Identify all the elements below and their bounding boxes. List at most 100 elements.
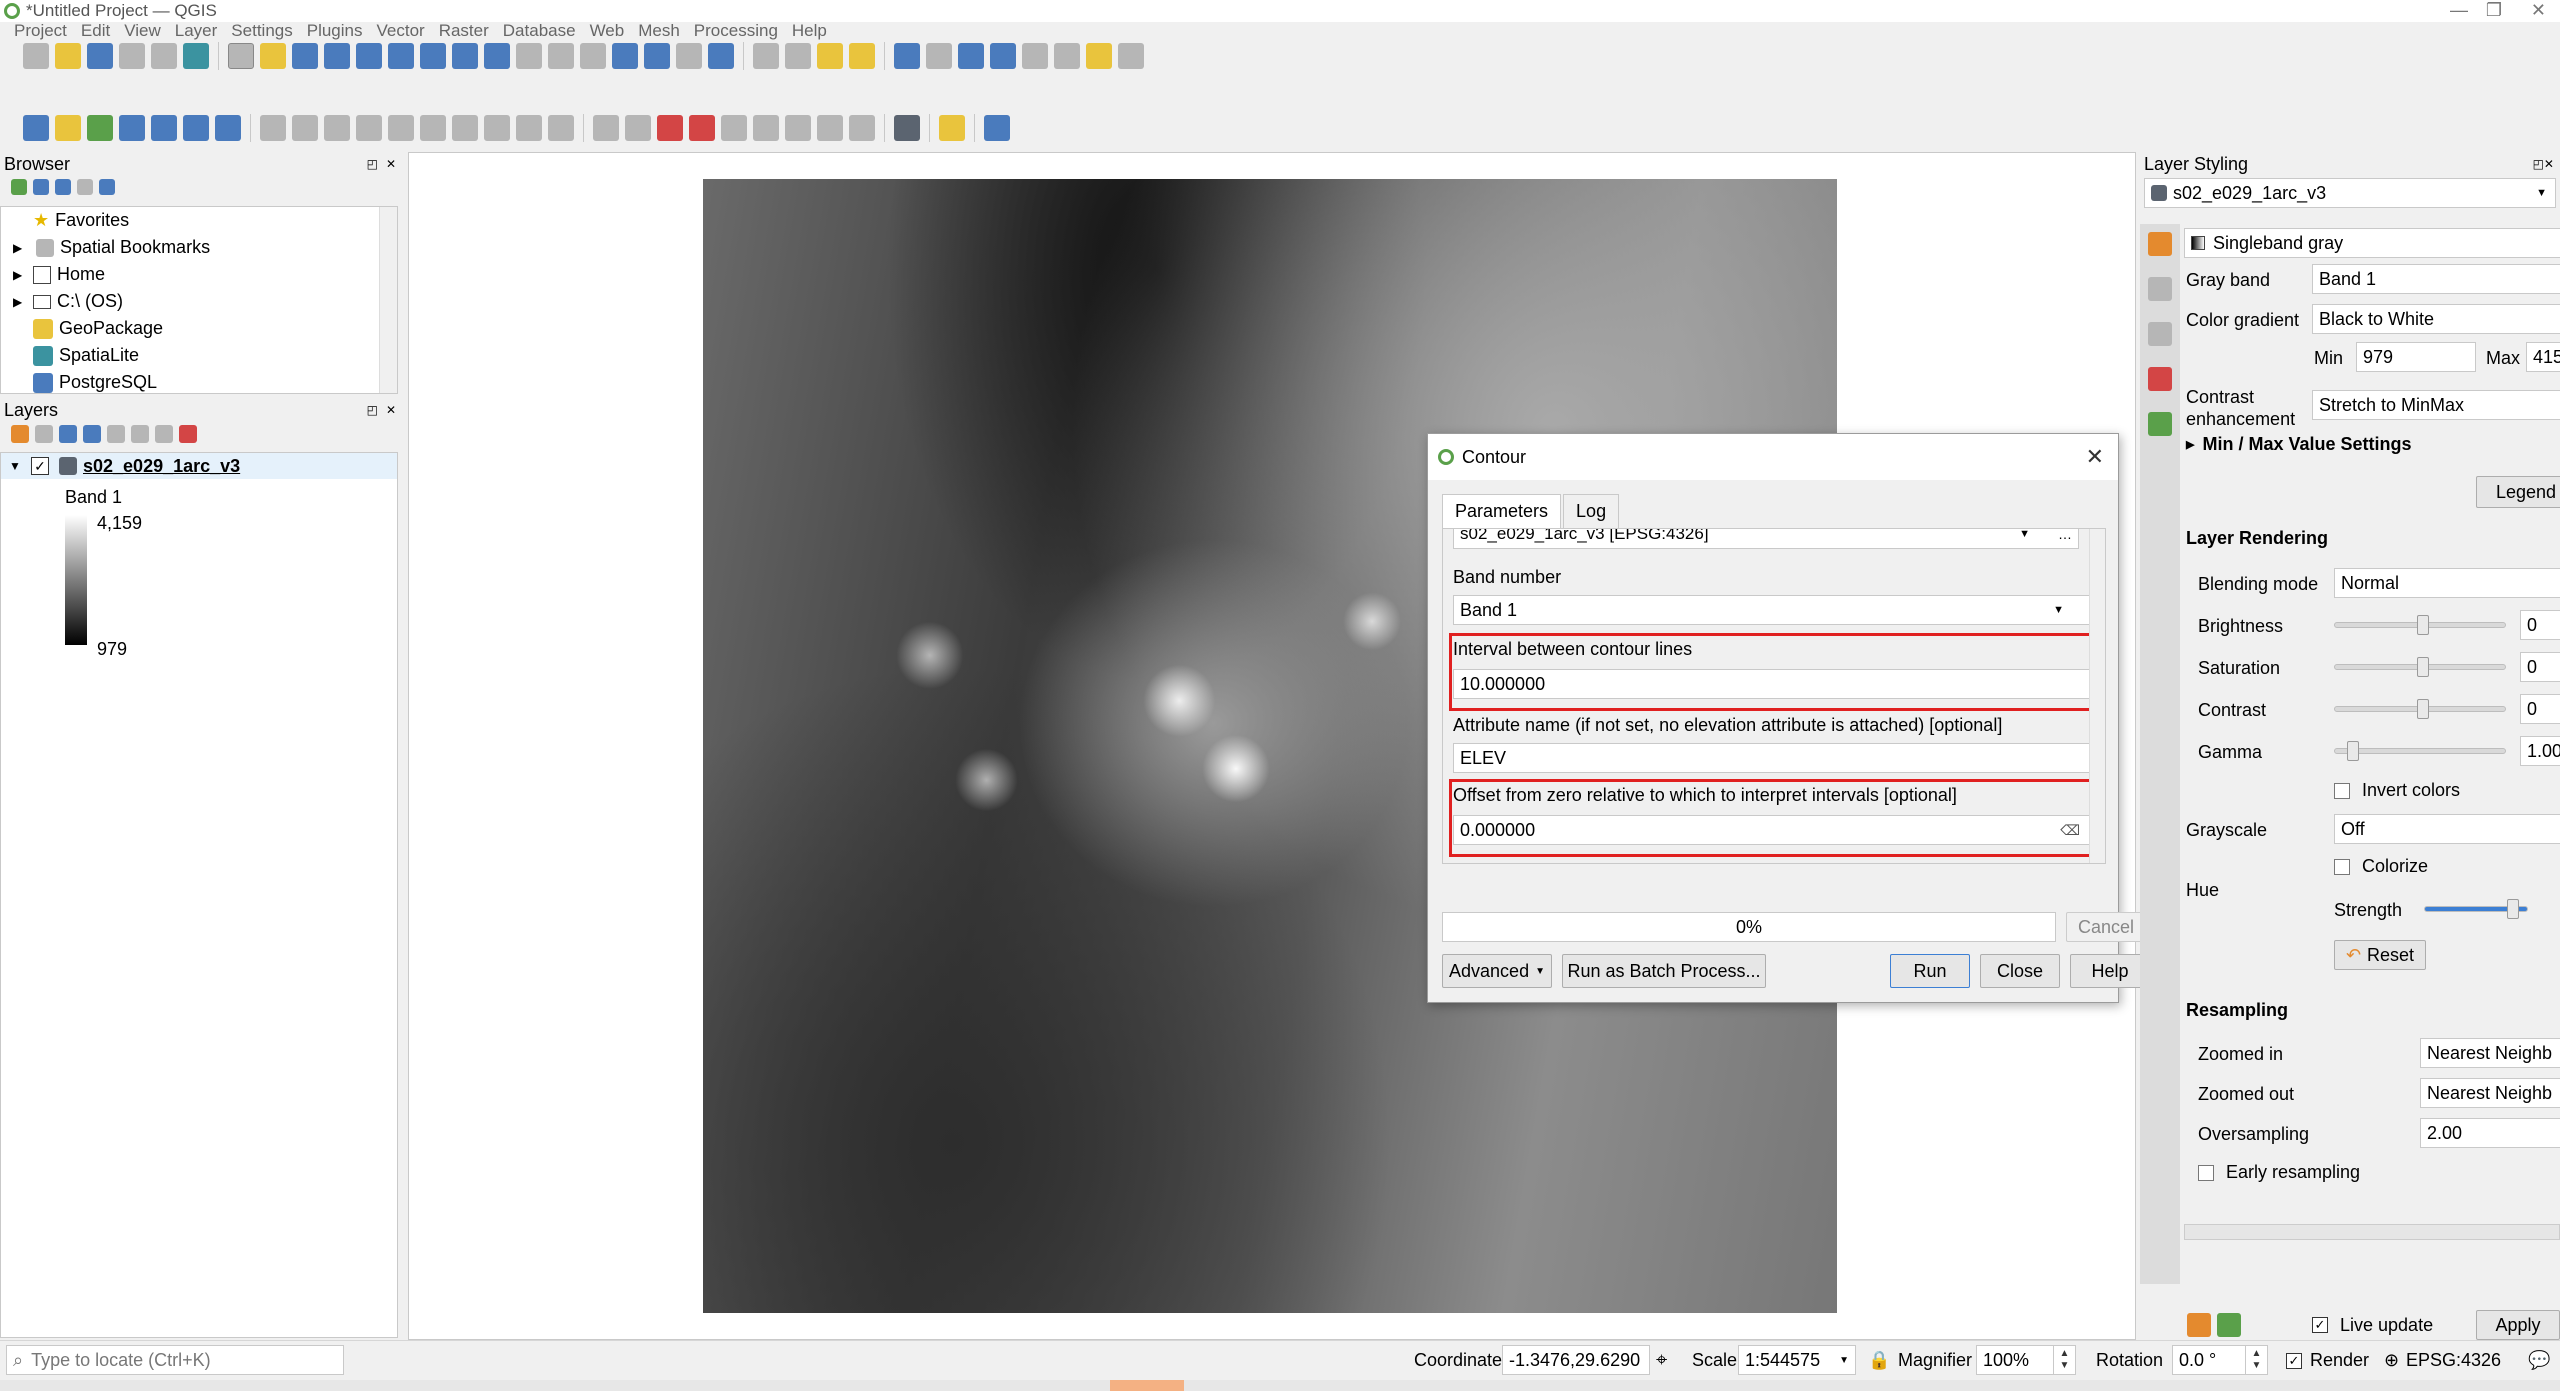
tab-parameters[interactable]: Parameters: [1442, 494, 1562, 528]
batch-button[interactable]: Run as Batch Process...: [1562, 954, 1766, 988]
menu-layer[interactable]: Layer: [175, 21, 218, 41]
zoom-in-icon[interactable]: [292, 43, 318, 69]
filter-legend-icon[interactable]: [83, 425, 101, 443]
crs-label[interactable]: EPSG:4326: [2406, 1350, 2501, 1371]
style-layer-icon[interactable]: [11, 425, 29, 443]
remove-layer-icon[interactable]: [179, 425, 197, 443]
pyramids-tab-icon[interactable]: [2148, 367, 2172, 391]
minmax-settings-toggle[interactable]: ▶ Min / Max Value Settings: [2186, 434, 2412, 455]
tree-item-spatialite[interactable]: SpatiaLite: [1, 342, 397, 369]
tree-item-drive[interactable]: ▶ C:\ (OS): [1, 288, 397, 315]
close-window-button[interactable]: ✕: [2531, 0, 2546, 21]
advanced-button[interactable]: Advanced ▼: [1442, 954, 1552, 988]
add-mesh-icon[interactable]: [151, 115, 177, 141]
early-resampling-checkbox[interactable]: Early resampling: [2198, 1162, 2360, 1183]
print-layout-icon[interactable]: [151, 43, 177, 69]
gamma-input[interactable]: 1.00: [2520, 736, 2560, 766]
grayscale-select[interactable]: Off: [2334, 814, 2560, 844]
zoomed-in-select[interactable]: Nearest Neighb: [2420, 1038, 2560, 1068]
properties-icon[interactable]: [99, 179, 115, 195]
annotation-icon[interactable]: [1086, 43, 1112, 69]
browser-float-icon[interactable]: ◰: [367, 157, 378, 171]
layer-visibility-checkbox[interactable]: ✓: [31, 457, 49, 475]
coordinate-input[interactable]: -1.3476,29.6290: [1502, 1345, 1650, 1375]
live-update-checkbox[interactable]: ✓: [2312, 1317, 2328, 1333]
collapse-all-icon[interactable]: [77, 179, 93, 195]
colorize-checkbox[interactable]: Colorize: [2334, 856, 2428, 877]
styling-hscrollbar[interactable]: [2184, 1224, 2560, 1240]
menu-processing[interactable]: Processing: [694, 21, 778, 41]
browser-close-icon[interactable]: ✕: [386, 157, 396, 171]
processing-toolbox-icon[interactable]: [958, 43, 984, 69]
maximize-button[interactable]: ❐: [2486, 0, 2502, 21]
saturation-slider[interactable]: [2334, 657, 2506, 677]
locator-input[interactable]: ⌕ Type to locate (Ctrl+K): [6, 1345, 344, 1375]
redo-style-icon[interactable]: [2217, 1313, 2241, 1337]
max-input[interactable]: 415: [2526, 342, 2560, 372]
attribute-table-icon[interactable]: [926, 43, 952, 69]
symbology-tab-icon[interactable]: [2148, 232, 2172, 256]
menu-database[interactable]: Database: [503, 21, 576, 41]
field-calc-icon[interactable]: [1022, 43, 1048, 69]
save-project-icon[interactable]: [87, 43, 113, 69]
deselect-all-icon[interactable]: [849, 43, 875, 69]
history-tab-icon[interactable]: [2148, 412, 2172, 436]
paste-icon[interactable]: [484, 115, 510, 141]
save-as-icon[interactable]: [119, 43, 145, 69]
menu-raster[interactable]: Raster: [439, 21, 489, 41]
min-input[interactable]: 979: [2356, 342, 2476, 372]
statistics-icon[interactable]: [990, 43, 1016, 69]
bookmark-icon[interactable]: [612, 43, 638, 69]
collapse-layers-icon[interactable]: [155, 425, 173, 443]
move-label-icon[interactable]: [721, 115, 747, 141]
open-project-icon[interactable]: [55, 43, 81, 69]
pan-to-selection-icon[interactable]: [260, 43, 286, 69]
dialog-close-icon[interactable]: ✕: [2086, 444, 2104, 470]
undo-style-icon[interactable]: [2187, 1313, 2211, 1337]
label-props-icon[interactable]: [817, 115, 843, 141]
zoom-full-icon[interactable]: [356, 43, 382, 69]
cut-icon[interactable]: [420, 115, 446, 141]
show-label-icon[interactable]: [657, 115, 683, 141]
menu-mesh[interactable]: Mesh: [638, 21, 680, 41]
cancel-button[interactable]: Cancel: [2066, 912, 2146, 942]
tree-item-geopackage[interactable]: GeoPackage: [1, 315, 397, 342]
menu-plugins[interactable]: Plugins: [307, 21, 363, 41]
layers-close-icon[interactable]: ✕: [386, 403, 396, 417]
expand-all-icon[interactable]: [131, 425, 149, 443]
zoom-layer-icon[interactable]: [420, 43, 446, 69]
map-tips-icon[interactable]: [1118, 43, 1144, 69]
layer-row[interactable]: ▼ ✓ s02_e029_1arc_v3: [1, 453, 397, 479]
close-button[interactable]: Close: [1980, 954, 2060, 988]
params-scrollbar[interactable]: [2089, 529, 2105, 863]
magnifier-input[interactable]: 100% ▲ ▼: [1976, 1345, 2076, 1375]
rotate-label-icon[interactable]: [753, 115, 779, 141]
add-raster-icon[interactable]: [119, 115, 145, 141]
styling-float-icon[interactable]: ◰✕: [2533, 157, 2554, 171]
zoom-selection-icon[interactable]: [388, 43, 414, 69]
tree-item-favorites[interactable]: ★ Favorites: [1, 207, 397, 234]
contrast-slider[interactable]: [2334, 699, 2506, 719]
invert-colors-checkbox[interactable]: Invert colors: [2334, 780, 2460, 801]
deselect-icon[interactable]: [817, 43, 843, 69]
rotation-input[interactable]: 0.0 ° ▲ ▼: [2172, 1345, 2268, 1375]
change-label-icon[interactable]: [785, 115, 811, 141]
add-selected-icon[interactable]: [11, 179, 27, 195]
plugin-icon[interactable]: [894, 115, 920, 141]
new-project-icon[interactable]: [23, 43, 49, 69]
color-gradient-select[interactable]: Black to White: [2312, 304, 2560, 334]
interval-spinbox[interactable]: 10.000000 ▲▼: [1453, 669, 2105, 699]
browse-layer-button[interactable]: …: [2058, 529, 2072, 542]
oversampling-input[interactable]: 2.00: [2420, 1118, 2560, 1148]
zoomed-out-select[interactable]: Nearest Neighb: [2420, 1078, 2560, 1108]
brightness-input[interactable]: 0: [2520, 610, 2560, 640]
vertex-tool-icon[interactable]: [356, 115, 382, 141]
python-console-icon[interactable]: [939, 115, 965, 141]
clear-icon[interactable]: ⌫: [2060, 822, 2080, 839]
new-3d-view-icon[interactable]: [580, 43, 606, 69]
add-virtual-icon[interactable]: [215, 115, 241, 141]
identify-icon[interactable]: [894, 43, 920, 69]
style-manager-icon[interactable]: [183, 43, 209, 69]
lock-scale-icon[interactable]: 🔒: [1868, 1350, 1890, 1371]
filter-browser-icon[interactable]: [55, 179, 71, 195]
